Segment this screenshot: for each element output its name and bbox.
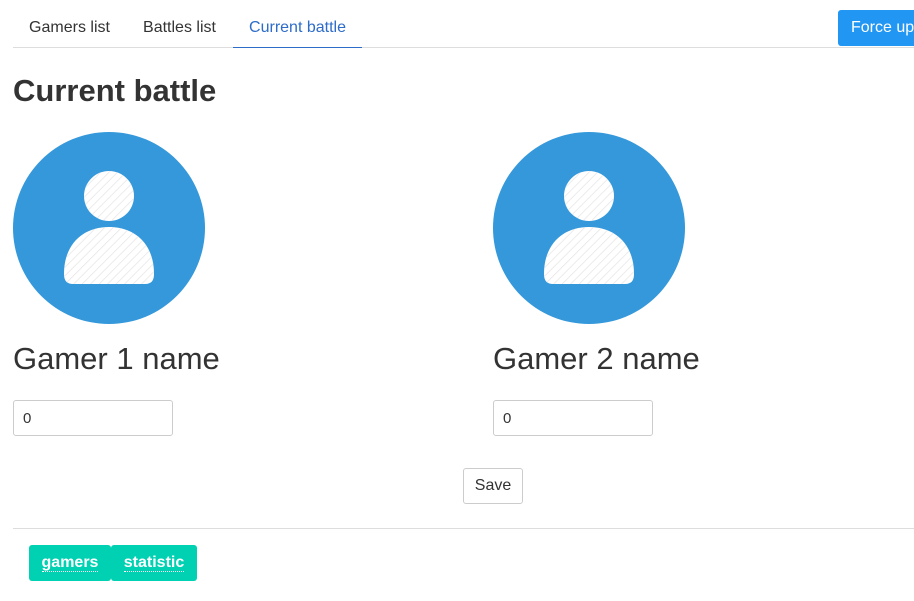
tag-gamers-label: gamers <box>41 554 99 572</box>
page-title: Current battle <box>13 73 217 108</box>
user-avatar-icon <box>13 132 205 324</box>
force-update-button[interactable]: Force update <box>838 10 914 46</box>
divider <box>13 528 914 529</box>
gamer-1-name: Gamer 1 name <box>13 341 220 376</box>
user-avatar-icon <box>493 132 685 324</box>
nav-tabs: Gamers list Battles list Current battle <box>13 8 914 48</box>
page: Gamers list Battles list Current battle … <box>0 0 914 601</box>
tag-statistic[interactable]: statistic <box>111 545 197 581</box>
tab-battles-list[interactable]: Battles list <box>126 8 233 47</box>
gamer-1-score-input[interactable] <box>13 400 173 436</box>
gamer-2-name: Gamer 2 name <box>493 341 700 376</box>
tag-statistic-label: statistic <box>123 554 185 572</box>
tab-gamers-list[interactable]: Gamers list <box>13 8 126 47</box>
tab-current-battle[interactable]: Current battle <box>233 8 362 48</box>
save-button[interactable]: Save <box>463 468 523 504</box>
gamer-2-score-input[interactable] <box>493 400 653 436</box>
tag-gamers[interactable]: gamers <box>29 545 111 581</box>
